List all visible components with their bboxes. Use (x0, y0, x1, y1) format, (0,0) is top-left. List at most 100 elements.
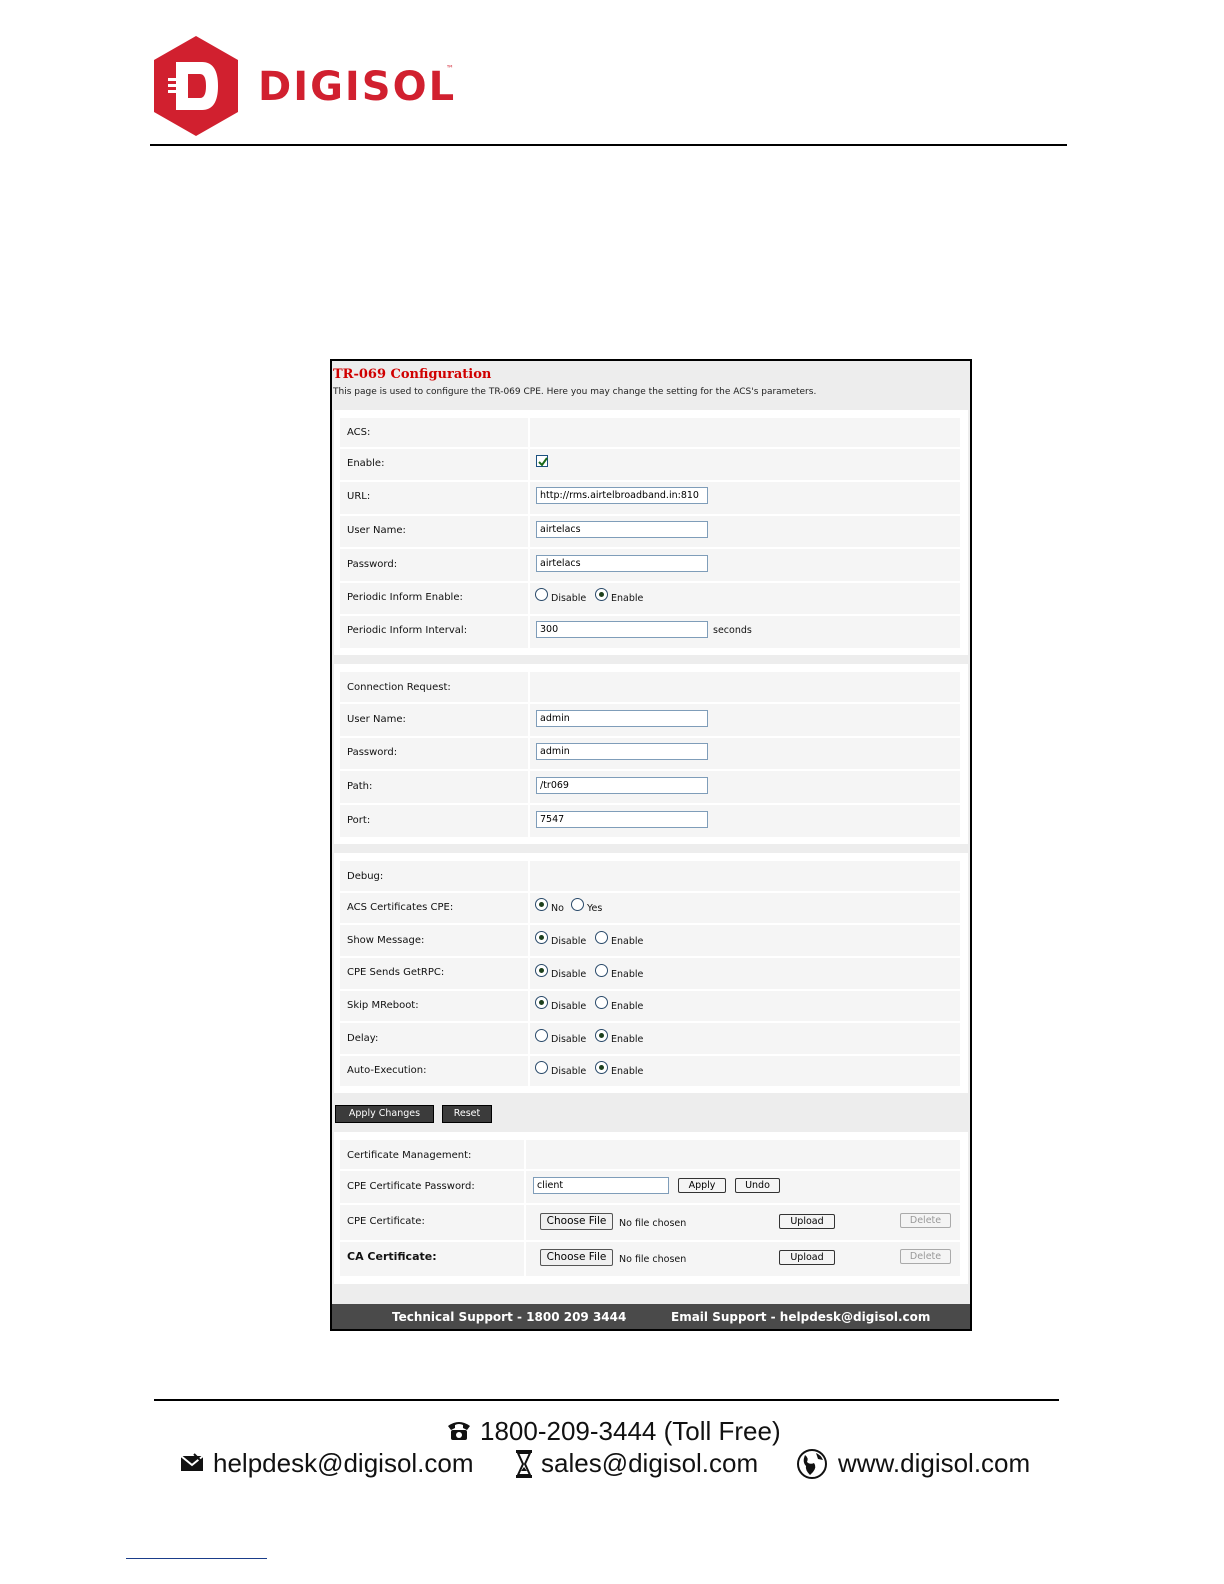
cert-undo-button[interactable]: Undo (735, 1178, 780, 1193)
acs-url-label: URL: (347, 491, 371, 502)
periodic-enable-radio[interactable] (595, 588, 608, 601)
conn-path-input[interactable]: /tr069 (536, 777, 708, 794)
globe-icon (796, 1448, 828, 1480)
phone-icon (446, 1418, 472, 1442)
acs-certificates-label: ACS Certificates CPE: (347, 902, 454, 913)
apply-changes-button[interactable]: Apply Changes (335, 1105, 434, 1123)
conn-username-input[interactable]: admin (536, 710, 708, 727)
delay-label: Delay: (347, 1033, 379, 1044)
conn-username-label: User Name: (347, 714, 406, 725)
row-divider (340, 480, 960, 482)
row-divider (340, 923, 960, 925)
row-divider (340, 736, 960, 738)
periodic-enable-text: Enable (611, 593, 644, 604)
skip-mreboot-disable-radio[interactable] (535, 996, 548, 1009)
conn-password-label: Password: (347, 747, 398, 758)
cpe-choose-file-button[interactable]: Choose File (540, 1213, 613, 1230)
ca-no-file-text: No file chosen (619, 1254, 687, 1265)
cpe-upload-button[interactable]: Upload (779, 1214, 835, 1229)
ca-choose-file-button[interactable]: Choose File (540, 1249, 613, 1266)
reset-button[interactable]: Reset (442, 1105, 492, 1123)
row-divider (340, 547, 960, 549)
header-divider (150, 144, 1067, 146)
row-divider (340, 956, 960, 958)
delay-disable-text: Disable (551, 1034, 587, 1045)
row-divider (340, 702, 960, 704)
skip-mreboot-enable-radio[interactable] (595, 996, 608, 1009)
delay-enable-radio[interactable] (595, 1029, 608, 1042)
acs-password-input[interactable]: airtelacs (536, 555, 708, 572)
getrpc-disable-radio[interactable] (535, 964, 548, 977)
column-divider (528, 418, 530, 648)
link-underline (126, 1558, 267, 1559)
footer-sales-email[interactable]: sales@digisol.com (541, 1448, 758, 1479)
conn-port-input[interactable]: 7547 (536, 811, 708, 828)
certificate-header: Certificate Management: (347, 1150, 472, 1161)
acs-header: ACS: (347, 427, 371, 438)
conn-password-input[interactable]: admin (536, 743, 708, 760)
delay-enable-text: Enable (611, 1034, 644, 1045)
periodic-enable-label: Periodic Inform Enable: (347, 592, 463, 603)
footer-phone: 1800-209-3444 (Toll Free) (480, 1416, 781, 1446)
hourglass-icon (514, 1449, 534, 1479)
ca-delete-button[interactable]: Delete (900, 1249, 951, 1264)
skip-mreboot-label: Skip MReboot: (347, 1000, 419, 1011)
getrpc-label: CPE Sends GetRPC: (347, 967, 445, 978)
cpe-certificate-label: CPE Certificate: (347, 1216, 425, 1227)
footer-helpdesk-email[interactable]: helpdesk@digisol.com (213, 1448, 474, 1479)
acs-cert-yes-text: Yes (587, 903, 603, 914)
acs-enable-checkbox[interactable] (536, 455, 548, 467)
getrpc-disable-text: Disable (551, 969, 587, 980)
row-divider (340, 614, 960, 616)
acs-enable-label: Enable: (347, 458, 385, 469)
acs-username-label: User Name: (347, 525, 406, 536)
ca-upload-button[interactable]: Upload (779, 1250, 835, 1265)
column-divider (528, 672, 530, 837)
show-message-disable-radio[interactable] (535, 931, 548, 944)
row-divider (340, 1054, 960, 1056)
footer-website[interactable]: www.digisol.com (838, 1448, 1030, 1479)
auto-execution-disable-text: Disable (551, 1066, 587, 1077)
page-description: This page is used to configure the TR-06… (333, 387, 817, 397)
column-divider (528, 861, 530, 1086)
periodic-disable-text: Disable (551, 593, 587, 604)
getrpc-enable-radio[interactable] (595, 964, 608, 977)
show-message-enable-radio[interactable] (595, 931, 608, 944)
row-divider (340, 803, 960, 805)
debug-header: Debug: (347, 871, 384, 882)
connection-header: Connection Request: (347, 682, 451, 693)
auto-execution-disable-radio[interactable] (535, 1061, 548, 1074)
auto-execution-enable-text: Enable (611, 1066, 644, 1077)
periodic-disable-radio[interactable] (535, 588, 548, 601)
digisol-hexagon-icon (154, 36, 238, 136)
cert-apply-button[interactable]: Apply (678, 1178, 726, 1193)
row-divider (340, 1021, 960, 1023)
periodic-interval-label: Periodic Inform Interval: (347, 625, 468, 636)
auto-execution-enable-radio[interactable] (595, 1061, 608, 1074)
email-support-text: Email Support - helpdesk@digisol.com (671, 1310, 931, 1324)
technical-support-text: Technical Support - 1800 209 3444 (392, 1310, 627, 1324)
periodic-interval-input[interactable]: 300 (536, 621, 708, 638)
acs-url-input[interactable]: http://rms.airtelbroadband.in:810 (536, 487, 708, 504)
acs-cert-yes-radio[interactable] (571, 898, 584, 911)
cpe-delete-button[interactable]: Delete (900, 1213, 951, 1228)
show-message-disable-text: Disable (551, 936, 587, 947)
cert-password-input[interactable]: client (533, 1177, 669, 1194)
footer-divider (154, 1399, 1059, 1401)
acs-username-input[interactable]: airtelacs (536, 521, 708, 538)
row-divider (340, 989, 960, 991)
delay-disable-radio[interactable] (535, 1029, 548, 1042)
conn-path-label: Path: (347, 781, 373, 792)
row-divider (340, 1240, 960, 1242)
page-title: TR-069 Configuration (333, 367, 492, 382)
skip-mreboot-enable-text: Enable (611, 1001, 644, 1012)
row-divider (340, 1169, 960, 1171)
ca-certificate-label: CA Certificate: (347, 1250, 437, 1263)
row-divider (340, 1203, 960, 1205)
cert-password-label: CPE Certificate Password: (347, 1181, 475, 1192)
seconds-unit: seconds (713, 625, 752, 636)
acs-cert-no-radio[interactable] (535, 898, 548, 911)
digisol-logo (152, 34, 240, 138)
show-message-enable-text: Enable (611, 936, 644, 947)
auto-execution-label: Auto-Execution: (347, 1065, 427, 1076)
